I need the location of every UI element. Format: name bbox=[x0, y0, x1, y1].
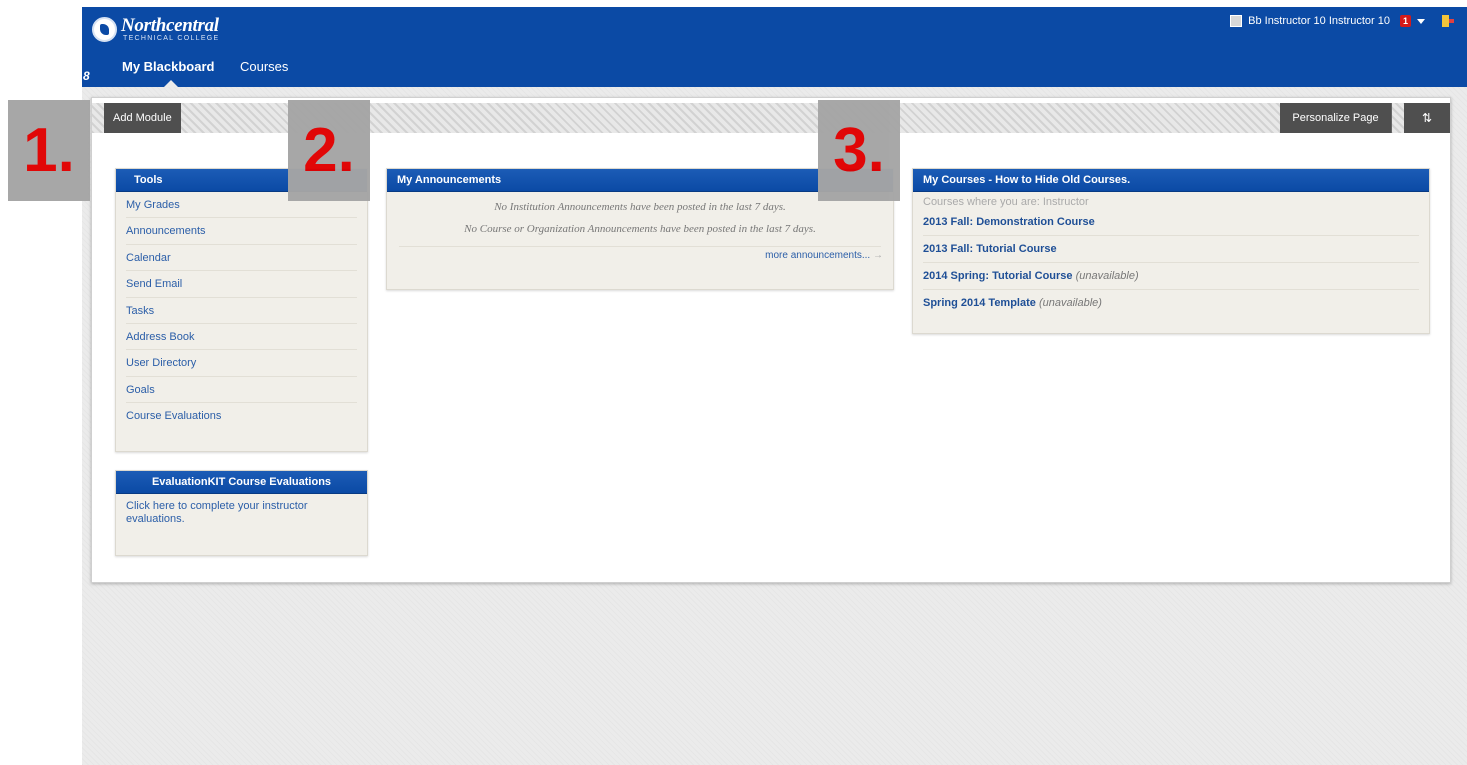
courses-role-label: Courses where you are: Instructor bbox=[923, 196, 1089, 208]
callout-number-2: 2. bbox=[288, 100, 370, 201]
logo-subtitle: TECHNICAL COLLEGE bbox=[123, 34, 220, 42]
callout-number-3: 3. bbox=[818, 100, 900, 201]
chevron-down-icon[interactable] bbox=[1417, 18, 1425, 24]
user-menu[interactable]: Bb Instructor 10 Instructor 10 1 bbox=[1230, 13, 1455, 29]
course-link[interactable]: 2014 Spring: Tutorial Course bbox=[923, 270, 1073, 282]
add-module-button[interactable]: Add Module bbox=[104, 103, 181, 133]
course-status: (unavailable) bbox=[1038, 297, 1102, 309]
course-item: Spring 2014 Template (unavailable) bbox=[923, 290, 1419, 317]
tools-item-goals[interactable]: Goals bbox=[126, 377, 357, 404]
tools-module: Tools My Grades Announcements Calendar S… bbox=[115, 168, 368, 452]
course-link[interactable]: Spring 2014 Template bbox=[923, 297, 1036, 309]
course-announcements-message: No Course or Organization Announcements … bbox=[464, 223, 816, 235]
course-link[interactable]: 2013 Fall: Tutorial Course bbox=[923, 243, 1057, 255]
tools-item-calendar[interactable]: Calendar bbox=[126, 245, 357, 272]
college-logo[interactable]: Northcentral TECHNICAL COLLEGE bbox=[92, 13, 220, 45]
course-item: 2013 Fall: Tutorial Course bbox=[923, 236, 1419, 263]
top-header: Northcentral TECHNICAL COLLEGE 8 My Blac… bbox=[82, 7, 1467, 87]
logo-seal-icon bbox=[92, 16, 117, 42]
course-item: 2013 Fall: Demonstration Course bbox=[923, 209, 1419, 236]
more-announcements-label[interactable]: more announcements... bbox=[765, 250, 870, 261]
user-name[interactable]: Bb Instructor 10 Instructor 10 bbox=[1248, 15, 1390, 27]
tab-courses[interactable]: Courses bbox=[240, 55, 288, 87]
pin-icon[interactable]: 8 bbox=[83, 69, 90, 83]
tools-item-announcements[interactable]: Announcements bbox=[126, 218, 357, 245]
user-avatar-icon bbox=[1230, 15, 1243, 27]
my-courses-module-title[interactable]: My Courses - How to Hide Old Courses. bbox=[913, 169, 1429, 192]
evaluation-link[interactable]: Click here to complete your instructor e… bbox=[116, 494, 367, 532]
tools-item-send-email[interactable]: Send Email bbox=[126, 271, 357, 298]
arrow-right-icon: → bbox=[873, 250, 883, 261]
my-courses-module: My Courses - How to Hide Old Courses. Co… bbox=[912, 168, 1430, 334]
course-link[interactable]: 2013 Fall: Demonstration Course bbox=[923, 216, 1095, 228]
callout-number-1: 1. bbox=[8, 100, 90, 201]
tools-item-tasks[interactable]: Tasks bbox=[126, 298, 357, 324]
tools-list: My Grades Announcements Calendar Send Em… bbox=[116, 192, 367, 430]
evaluationkit-module: EvaluationKIT Course Evaluations Click h… bbox=[115, 470, 368, 556]
personalize-page-button[interactable]: Personalize Page bbox=[1280, 103, 1392, 133]
evaluationkit-module-title[interactable]: EvaluationKIT Course Evaluations bbox=[116, 471, 367, 494]
tools-item-address-book[interactable]: Address Book bbox=[126, 324, 357, 351]
notification-badge[interactable]: 1 bbox=[1399, 15, 1411, 27]
logo-text: Northcentral TECHNICAL COLLEGE bbox=[121, 14, 220, 42]
course-item: 2014 Spring: Tutorial Course (unavailabl… bbox=[923, 263, 1419, 290]
tab-my-blackboard[interactable]: My Blackboard bbox=[122, 55, 214, 87]
course-status: (unavailable) bbox=[1075, 270, 1139, 282]
tools-item-user-directory[interactable]: User Directory bbox=[126, 350, 357, 377]
tools-item-course-evaluations[interactable]: Course Evaluations bbox=[126, 403, 357, 429]
reorder-icon[interactable]: ⇅ bbox=[1404, 103, 1450, 133]
logo-name: Northcentral bbox=[121, 14, 219, 36]
more-announcements-link[interactable]: more announcements... → bbox=[387, 247, 893, 265]
logout-icon[interactable] bbox=[1441, 14, 1455, 28]
